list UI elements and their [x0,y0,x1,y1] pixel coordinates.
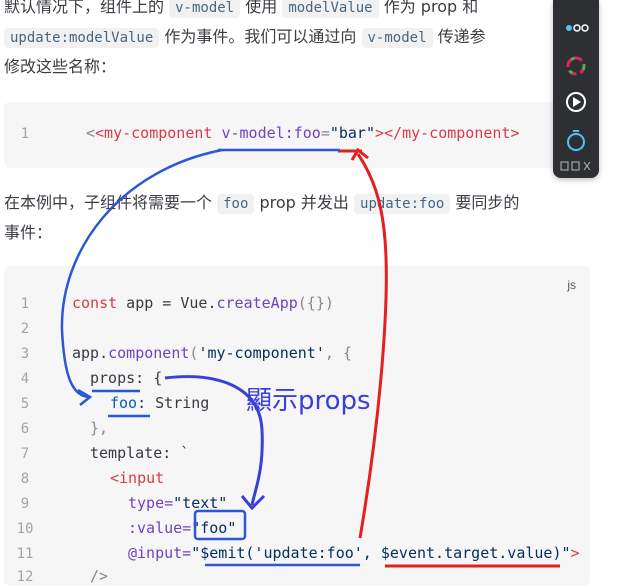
tag-close: ></my-component> [375,124,520,142]
tag-open: <my-component [95,124,213,142]
toolbar-bottom-controls[interactable] [559,158,593,172]
code-text: : String [137,394,210,412]
attr: @input= [128,544,192,562]
attr: :value= [128,519,192,537]
function-name: component [108,344,190,362]
inline-code: v-model [361,28,433,48]
text: 传递参 [437,27,486,46]
code-block-template: 1 <<my-component v-model:foo="bar"></my-… [4,102,590,168]
code-line-12: /> [90,567,109,585]
code-line-1: const app = Vue.createApp({}) [72,294,334,312]
inline-code: update:foo [354,194,451,214]
inline-code: foo [217,194,255,214]
line-number: 12 [16,569,34,585]
text: 要同步的 [455,193,520,212]
text: 作为事件。我们可以通过向 [164,27,357,46]
line-number: 4 [20,371,30,387]
palette-icon[interactable] [562,52,590,80]
text: 默认情况下，组件上的 [4,0,165,16]
inline-code: update:modelValue [4,28,160,48]
code-line-7: template: ` [90,444,190,462]
line-number: 9 [20,496,30,512]
language-label: js [567,278,576,292]
attr-value: "foo" [191,519,237,537]
attr-value: "bar" [329,124,375,142]
code-text: app = Vue. [117,294,217,312]
code-line-5: foo: String [110,394,209,412]
code-line-10: :value="foo" [128,519,236,537]
attr: type= [128,494,174,512]
text: 作为 prop 和 [383,0,479,16]
code-line-8: <input [110,469,165,487]
play-icon[interactable] [562,88,590,116]
middle-line-2: 事件： [4,218,52,248]
line-number: 7 [20,446,30,462]
timer-icon[interactable] [562,126,590,154]
prop-key: foo [110,394,138,412]
inline-code: modelValue [282,0,379,18]
line-number: 10 [16,521,34,537]
keyword: const [72,294,118,312]
intro-line-2: update:modelValue 作为事件。我们可以通过向 v-model 传… [4,22,486,53]
line-number: 5 [20,396,30,412]
line-number: 11 [16,546,34,562]
code-line-6: }, [90,419,109,437]
intro-line-1: 默认情况下，组件上的 v-model 使用 modelValue 作为 prop… [4,0,478,23]
inline-code: v-model [169,0,241,18]
code-block-js: js 1 2 3 4 5 6 7 8 9 10 11 12 const app … [4,266,590,586]
annotation-label: 顯示props [246,386,371,416]
code-text: app. [72,344,109,362]
code-text: > [570,544,580,562]
code-line-3: app.component('my-component', { [72,344,352,362]
intro-line-3: 修改这些名称： [4,52,116,82]
code-line: <<my-component v-model:foo="bar"></my-co… [86,124,520,142]
text: 事件： [4,223,53,242]
text: 使用 [245,0,278,16]
text: 修改这些名称： [4,57,117,76]
code-line-4: props: { [90,369,163,387]
line-number: 8 [20,471,30,487]
eq: = [320,124,330,142]
code-text: , { [324,344,352,362]
attr-value: "text" [173,494,228,512]
middle-line-1: 在本例中，子组件将需要一个 foo prop 并发出 update:foo 要同… [4,188,519,219]
attr-vmodel-foo: v-model:foo [221,124,321,142]
line-number: 1 [20,296,30,312]
text: 在本例中，子组件将需要一个 [4,193,213,212]
line-number: 1 [20,126,30,142]
line-number: 6 [20,421,30,437]
attr-value: "$emit('update:foo', $event.target.value… [191,544,571,562]
code-line-9: type="text" [128,494,227,512]
function-name: createApp [216,294,298,312]
code-line-11: @input="$emit('update:foo', $event.targe… [128,544,580,562]
code-text: ({}) [297,294,334,312]
line-number: 3 [20,346,30,362]
text: prop 并发出 [259,193,349,212]
floating-toolbar [553,0,599,178]
line-number: 2 [20,321,30,337]
grid-icon[interactable] [562,14,590,42]
string: 'my-component' [198,344,325,362]
